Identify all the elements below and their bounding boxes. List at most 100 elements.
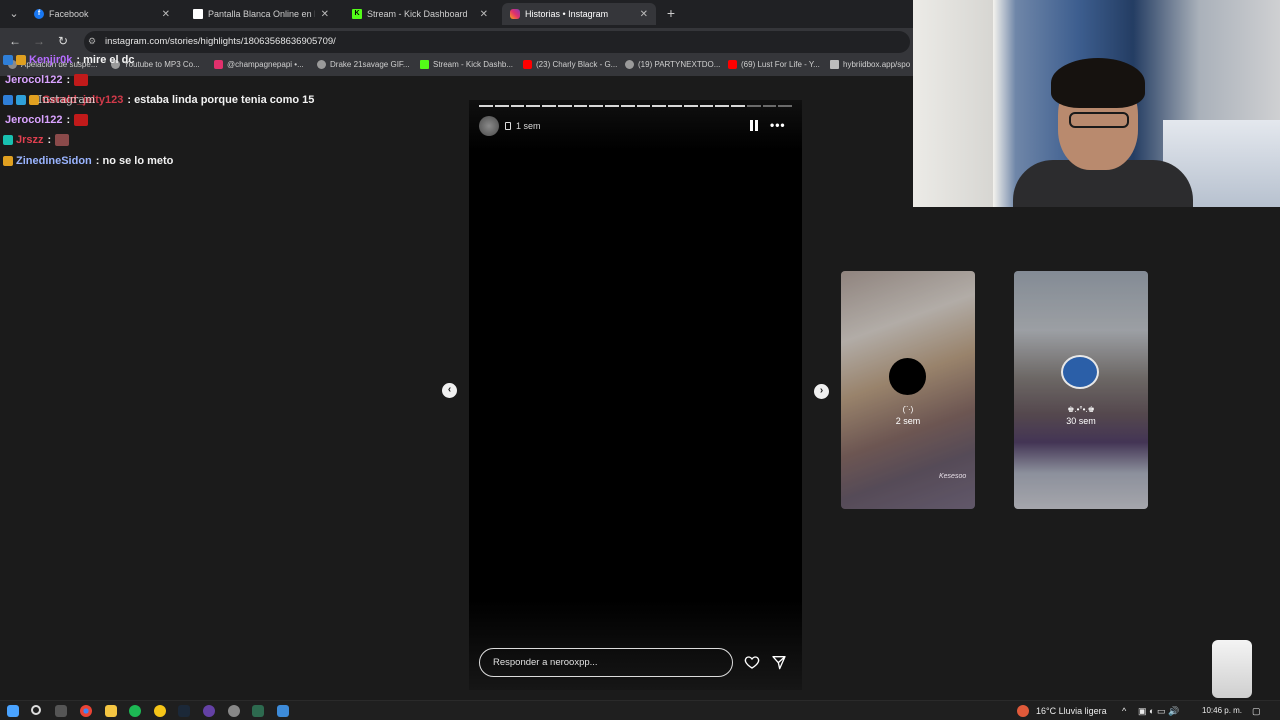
tab-close-icon[interactable]: ✕ [321, 9, 329, 20]
story-viewer[interactable]: 1 sem ••• Responder a nerooxpp... [469, 100, 802, 690]
send-icon[interactable] [771, 654, 787, 670]
app-icon[interactable] [154, 705, 166, 717]
bookmark-item[interactable]: @champagnepapi •... [214, 60, 304, 69]
page-icon [193, 9, 203, 19]
webcam-wall [913, 0, 993, 207]
highlight-card[interactable]: ♚.•°•.♚ 30 sem [1014, 271, 1148, 509]
youtube-icon [523, 60, 532, 69]
chat-text: : [47, 134, 52, 146]
forward-arrow-icon[interactable]: → [31, 34, 47, 48]
bookmark-item[interactable]: (69) Lust For Life - Y... [728, 60, 820, 69]
webcam-overlay [913, 0, 1280, 207]
spotify-icon[interactable] [129, 705, 141, 717]
page-icon [830, 60, 839, 69]
progress-segment [778, 105, 792, 107]
weather-text[interactable]: 16°C Lluvia ligera [1036, 706, 1107, 716]
reply-placeholder: Responder a nerooxpp... [493, 657, 598, 668]
chat-text: : estaba linda porque tenia como 15 [127, 94, 315, 106]
weather-icon[interactable] [1017, 705, 1029, 717]
next-story-chevron-icon[interactable]: › [814, 384, 829, 399]
desktop-figure [1212, 640, 1252, 698]
clock[interactable]: 10:46 p. m. [1202, 706, 1242, 715]
app-icon[interactable] [228, 705, 240, 717]
chat-message: Kenjir0k : mire el dc [3, 54, 135, 66]
highlight-card[interactable]: (¨·) 2 sem Kesesoo [841, 271, 975, 509]
bookmark-label: (19) PARTYNEXTDO... [638, 60, 721, 69]
tab-label: Historias • Instagram [525, 9, 609, 19]
progress-segment [715, 105, 729, 107]
bookmark-label: Stream - Kick Dashb... [433, 60, 514, 69]
tab-label: Facebook [49, 9, 89, 19]
windows-start-icon[interactable] [7, 705, 19, 717]
tab-close-icon[interactable]: ✕ [480, 9, 488, 20]
progress-segment [636, 105, 651, 107]
tab-close-icon[interactable]: ✕ [162, 9, 170, 20]
highlight-avatar [1061, 355, 1099, 389]
steam-icon[interactable] [178, 705, 190, 717]
tray-chevron-icon[interactable]: ^ [1122, 706, 1126, 716]
pause-icon[interactable] [750, 120, 759, 131]
bookmark-item[interactable]: (19) PARTYNEXTDO... [625, 60, 720, 69]
obs-icon[interactable] [203, 705, 215, 717]
bookmark-item[interactable]: Drake 21savage GIF... [317, 60, 410, 69]
lock-icon [505, 122, 511, 130]
tray-icons[interactable]: ▣ ◐ ▭ 🔊 [1138, 706, 1179, 717]
windows-taskbar: 16°C Lluvia ligera ^ ▣ ◐ ▭ 🔊 10:46 p. m.… [0, 700, 1280, 720]
highlight-avatar [889, 358, 926, 395]
chat-emote [74, 74, 89, 86]
story-time: 1 sem [516, 121, 541, 131]
progress-segment [652, 105, 666, 107]
reply-input[interactable]: Responder a nerooxpp... [479, 648, 733, 677]
tab-label: Stream - Kick Dashboard [367, 9, 468, 19]
app-icon[interactable] [252, 705, 264, 717]
progress-segment [683, 105, 698, 107]
tab-facebook[interactable]: f Facebook ✕ [26, 3, 178, 25]
tab-pantalla-blanca[interactable]: Pantalla Blanca Online en Pantall ✕ [185, 3, 337, 25]
story-progress-bar [479, 105, 792, 107]
tab-close-icon[interactable]: ✕ [640, 9, 648, 20]
progress-segment [510, 105, 525, 107]
chat-emote [74, 114, 89, 126]
url-field[interactable]: ⚙ instagram.com/stories/highlights/18063… [84, 31, 910, 53]
card-overlay [1014, 271, 1148, 509]
file-explorer-icon[interactable] [105, 705, 117, 717]
notification-icon[interactable]: ▢ [1252, 706, 1261, 717]
previous-story-chevron-icon[interactable]: ‹ [442, 383, 457, 398]
bookmark-item[interactable]: Stream - Kick Dashb... [420, 60, 513, 69]
highlight-time: 2 sem [895, 416, 921, 426]
tab-instagram[interactable]: Historias • Instagram ✕ [502, 3, 656, 25]
chat-badge-icon [16, 95, 26, 105]
site-info-icon[interactable]: ⚙ [88, 36, 96, 47]
heart-icon[interactable] [744, 654, 760, 670]
bookmark-label: Drake 21savage GIF... [330, 60, 410, 69]
webcam-person-glasses [1069, 112, 1129, 128]
search-icon[interactable] [31, 705, 41, 715]
tab-search-chevron-icon[interactable]: ⌄ [5, 5, 23, 23]
bookmark-item[interactable]: hybriidbox.app/spo [830, 60, 910, 69]
kick-icon: K [352, 9, 362, 19]
chat-username: Jerocol122 [5, 74, 63, 86]
chat-badge-icon [3, 95, 13, 105]
instagram-icon [510, 9, 520, 19]
bookmark-item[interactable]: (23) Charly Black - G... [523, 60, 617, 69]
back-arrow-icon[interactable]: ← [7, 34, 23, 48]
more-options-icon[interactable]: ••• [770, 118, 786, 132]
task-view-icon[interactable] [55, 705, 67, 717]
story-avatar[interactable] [479, 116, 499, 136]
progress-segment [479, 105, 493, 107]
app-icon[interactable] [277, 705, 289, 717]
chat-emote [55, 134, 70, 146]
chrome-icon[interactable] [80, 705, 92, 717]
progress-segment [589, 105, 603, 107]
new-tab-plus-icon[interactable]: + [664, 5, 678, 21]
bookmark-label: @champagnepapi •... [227, 60, 304, 69]
chat-badge-icon [3, 55, 13, 65]
bookmark-label: (69) Lust For Life - Y... [741, 60, 820, 69]
bookmark-label: Youtube to MP3 Co... [124, 60, 200, 69]
progress-segment [542, 105, 556, 107]
progress-segment [573, 105, 588, 107]
progress-segment [746, 105, 761, 107]
reload-icon[interactable]: ↻ [55, 34, 71, 48]
chat-message: ZinedineSidon : no se lo meto [3, 155, 173, 167]
tab-kick-dashboard[interactable]: K Stream - Kick Dashboard ✕ [344, 3, 496, 25]
